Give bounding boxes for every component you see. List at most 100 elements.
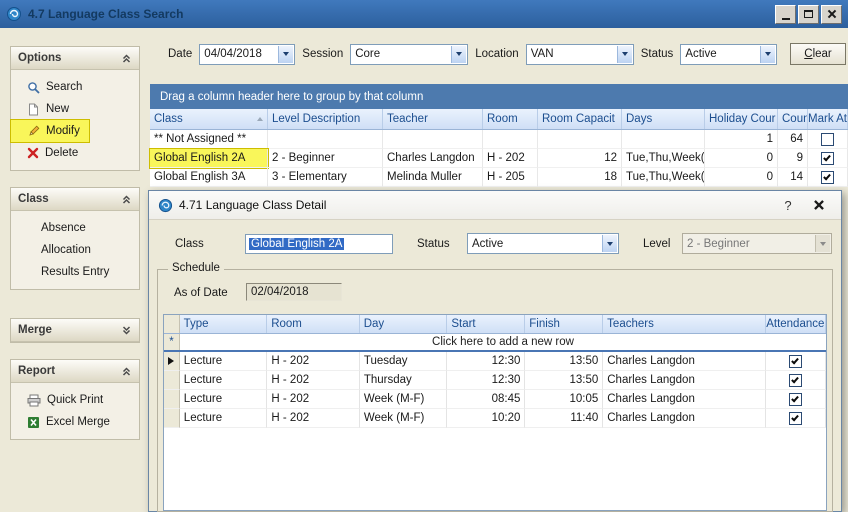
checkbox-icon[interactable] xyxy=(789,412,802,425)
chevron-down-icon[interactable] xyxy=(602,235,617,252)
column-header-teachers[interactable]: Teachers xyxy=(603,315,765,333)
sidebar-item-label: Delete xyxy=(45,147,78,159)
schedule-row[interactable]: LectureH - 202Tuesday12:3013:50Charles L… xyxy=(164,352,826,371)
minimize-button[interactable] xyxy=(775,5,796,24)
chevron-up-icon[interactable] xyxy=(121,194,132,205)
date-select[interactable]: 04/04/2018 xyxy=(199,44,295,65)
new-row[interactable]: * Click here to add a new row xyxy=(164,334,826,352)
checkbox-icon[interactable] xyxy=(821,152,834,165)
mark-attendance-cell[interactable] xyxy=(808,130,848,149)
class-name-cell[interactable]: Global English 3A xyxy=(150,168,268,187)
maximize-icon xyxy=(804,10,813,18)
checkbox-icon[interactable] xyxy=(789,355,802,368)
checkbox-icon[interactable] xyxy=(821,133,834,146)
sidebar-item-modify[interactable]: Modify xyxy=(11,120,89,142)
checkbox-icon[interactable] xyxy=(789,393,802,406)
sidebar-item-search[interactable]: Search xyxy=(11,76,139,98)
sidebar-item-new[interactable]: New xyxy=(11,98,139,120)
sidebar-item-results-entry[interactable]: Results Entry xyxy=(11,261,139,283)
class-name-cell[interactable]: Global English 2A xyxy=(150,149,268,168)
sidebar-item-absence[interactable]: Absence xyxy=(11,217,139,239)
close-button[interactable] xyxy=(821,5,842,24)
checkbox-icon[interactable] xyxy=(821,171,834,184)
type-cell: Lecture xyxy=(180,390,268,409)
column-header-room-capacity[interactable]: Room Capacit xyxy=(538,109,622,129)
options-panel-body: Search New Modify Delete xyxy=(11,70,139,170)
attendance-cell[interactable] xyxy=(766,371,826,390)
mark-attendance-cell[interactable] xyxy=(808,149,848,168)
chevron-up-icon[interactable] xyxy=(121,53,132,64)
status-select[interactable]: Active xyxy=(680,44,777,65)
dialog-close-button[interactable] xyxy=(806,194,832,216)
location-select[interactable]: VAN xyxy=(526,44,634,65)
attendance-cell[interactable] xyxy=(766,352,826,371)
row-selector[interactable] xyxy=(164,390,180,409)
report-panel-header[interactable]: Report xyxy=(11,360,139,383)
mark-attendance-cell[interactable] xyxy=(808,168,848,187)
column-header-label: Room Capacit xyxy=(542,113,615,125)
session-value: Core xyxy=(355,48,380,60)
column-header-type[interactable]: Type xyxy=(180,315,268,333)
attendance-cell[interactable] xyxy=(766,390,826,409)
dialog-status-value: Active xyxy=(472,238,503,250)
class-input-value: Global English 2A xyxy=(249,238,344,250)
location-label: Location xyxy=(475,48,518,60)
schedule-row[interactable]: LectureH - 202Week (M-F)10:2011:40Charle… xyxy=(164,409,826,428)
sidebar-item-quick-print[interactable]: Quick Print xyxy=(11,389,139,411)
clear-button[interactable]: Clear xyxy=(790,43,846,65)
column-header-label: Day xyxy=(364,318,384,330)
chevron-up-icon[interactable] xyxy=(121,366,132,377)
class-row[interactable]: Global English 3A3 - ElementaryMelinda M… xyxy=(150,168,848,187)
checkbox-icon[interactable] xyxy=(789,374,802,387)
class-row[interactable]: Global English 2A2 - BeginnerCharles Lan… xyxy=(150,149,848,168)
new-row-hint[interactable]: Click here to add a new row xyxy=(180,334,826,350)
chevron-down-icon[interactable] xyxy=(121,325,132,336)
column-header-level[interactable]: Level Description xyxy=(268,109,383,129)
class-input[interactable]: Global English 2A xyxy=(245,234,393,254)
class-detail-dialog: 4.71 Language Class Detail ? Class Globa… xyxy=(148,190,842,512)
column-header-holiday-courses[interactable]: Holiday Cour xyxy=(705,109,778,129)
column-header-room[interactable]: Room xyxy=(267,315,359,333)
column-header-finish[interactable]: Finish xyxy=(525,315,603,333)
row-selector[interactable] xyxy=(164,371,180,390)
column-header-count[interactable]: Count xyxy=(778,109,808,129)
chevron-down-icon[interactable] xyxy=(278,46,293,63)
days-cell: Tue,Thu,Week(M-F... xyxy=(622,149,705,168)
class-name-cell[interactable]: ** Not Assigned ** xyxy=(150,130,268,149)
session-select[interactable]: Core xyxy=(350,44,468,65)
column-header-days[interactable]: Days xyxy=(622,109,705,129)
column-header-attendance[interactable]: Attendance xyxy=(766,315,826,333)
chevron-down-icon[interactable] xyxy=(617,46,632,63)
column-header-label: Room xyxy=(487,113,518,125)
sidebar-item-excel-merge[interactable]: Excel Merge xyxy=(11,411,139,433)
column-header-room[interactable]: Room xyxy=(483,109,538,129)
row-selector[interactable] xyxy=(164,409,180,428)
group-by-bar[interactable]: Drag a column header here to group by th… xyxy=(150,84,848,109)
attendance-cell[interactable] xyxy=(766,409,826,428)
column-header-mark-attendance[interactable]: Mark At xyxy=(808,109,848,129)
options-panel-header[interactable]: Options xyxy=(11,47,139,70)
window-controls xyxy=(775,5,842,24)
column-header-class[interactable]: Class xyxy=(150,109,268,129)
column-header-label: Attendance xyxy=(766,318,824,330)
column-header-day[interactable]: Day xyxy=(360,315,448,333)
sidebar-item-allocation[interactable]: Allocation xyxy=(11,239,139,261)
column-header-start[interactable]: Start xyxy=(447,315,525,333)
chevron-down-icon[interactable] xyxy=(451,46,466,63)
dialog-status-select[interactable]: Active xyxy=(467,233,619,254)
merge-panel-header[interactable]: Merge xyxy=(11,319,139,342)
column-header-teacher[interactable]: Teacher xyxy=(383,109,483,129)
dialog-level-value: 2 - Beginner xyxy=(687,238,750,250)
class-panel-header[interactable]: Class xyxy=(11,188,139,211)
class-row[interactable]: ** Not Assigned **164 xyxy=(150,130,848,149)
chevron-down-icon[interactable] xyxy=(760,46,775,63)
schedule-row[interactable]: LectureH - 202Thursday12:3013:50Charles … xyxy=(164,371,826,390)
sidebar-item-label: Absence xyxy=(41,222,86,234)
merge-panel-title: Merge xyxy=(18,324,52,336)
schedule-row[interactable]: LectureH - 202Week (M-F)08:4510:05Charle… xyxy=(164,390,826,409)
row-selector[interactable] xyxy=(164,352,180,371)
sidebar-item-delete[interactable]: Delete xyxy=(11,142,139,164)
maximize-button[interactable] xyxy=(798,5,819,24)
date-label: Date xyxy=(168,48,192,60)
help-button[interactable]: ? xyxy=(776,198,800,213)
